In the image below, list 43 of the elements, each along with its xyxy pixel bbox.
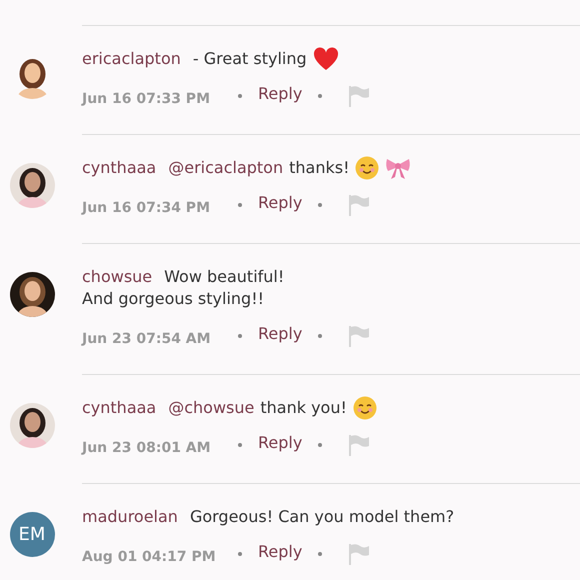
comment-text: Gorgeous! Can you model them? [190,506,454,528]
comment-time: Aug 01 04:17 PM [82,549,217,565]
separator-dot [318,334,322,338]
flag-icon[interactable] [348,194,370,216]
comment-text: - Great styling [192,48,307,70]
comment-text: thank you! [260,397,347,419]
reply-link[interactable]: Reply [258,324,302,342]
comment-text: And gorgeous styling!! [82,288,266,310]
username[interactable]: ericaclapton [82,48,181,70]
comment-time: Jun 16 07:33 PM [82,91,212,107]
separator-dot [318,94,322,98]
comment-time: Jun 23 08:01 AM [82,440,212,456]
separator-dot [318,552,322,556]
reply-link[interactable]: Reply [258,542,302,560]
separator-dot [238,203,242,207]
separator-dot [238,334,242,338]
username[interactable]: cynthaaa [82,157,156,179]
reply-link[interactable]: Reply [258,192,302,212]
comment-time: Jun 16 07:34 PM [82,200,212,216]
reply-link[interactable]: Reply [258,84,302,102]
smiley-icon [352,396,377,420]
heart-icon [312,47,339,71]
flag-icon[interactable] [348,434,370,456]
smiley-icon [355,156,380,180]
separator-dot [318,443,322,447]
bow-icon [385,156,412,180]
reply-link[interactable]: Reply [258,432,302,452]
comment-time: Jun 23 07:54 AM [82,331,212,347]
separator-dot [318,203,322,207]
flag-icon[interactable] [348,85,370,107]
separator-dot [238,94,242,98]
user-avatar: EM [10,512,54,557]
username[interactable]: chowsue [82,266,152,288]
flag-icon[interactable] [348,325,370,347]
flag-icon[interactable] [348,543,370,565]
separator-dot [238,443,242,447]
comment-text: thanks! [289,157,350,179]
username[interactable]: cynthaaa [82,397,156,419]
mention-link[interactable]: @ericaclapton [168,157,284,179]
separator-dot [238,552,242,556]
mention-link[interactable]: @chowsue [168,397,254,419]
comment-text: Wow beautiful! [164,266,284,288]
username[interactable]: maduroelan [82,506,178,528]
